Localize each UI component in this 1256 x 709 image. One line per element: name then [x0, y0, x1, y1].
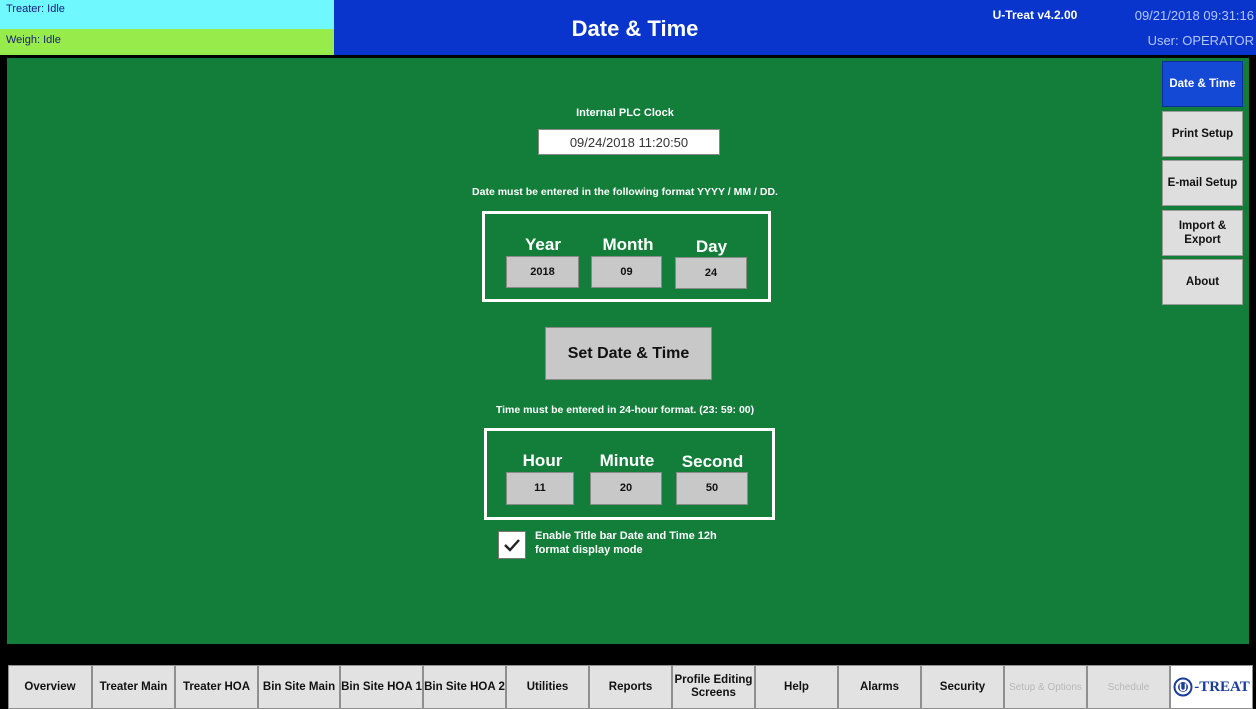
title-bar-12h-label: Enable Title bar Date and Time 12h forma… — [535, 529, 775, 557]
second-label: Second — [681, 452, 744, 471]
nav-setup-options: Setup & Options — [1004, 665, 1087, 709]
version-label: U-Treat v4.2.00 — [992, 8, 1078, 22]
side-nav-about[interactable]: About — [1162, 259, 1243, 305]
checkbox-label-line1: Enable Title bar Date and Time 12h — [535, 530, 717, 542]
month-input[interactable]: 09 — [591, 256, 662, 288]
title-bar-12h-checkbox[interactable] — [498, 531, 526, 559]
minute-input[interactable]: 20 — [590, 472, 662, 505]
hour-input[interactable]: 11 — [506, 472, 574, 505]
nav-help[interactable]: Help — [755, 665, 838, 709]
weigh-status: Weigh: Idle — [0, 29, 334, 55]
year-input[interactable]: 2018 — [506, 256, 579, 288]
nav-profile-editing-screens[interactable]: Profile Editing Screens — [672, 665, 755, 709]
checkbox-label-line2: format display mode — [535, 544, 643, 556]
nav-bin-site-hoa-2[interactable]: Bin Site HOA 2 — [423, 665, 506, 709]
side-nav-import-export[interactable]: Import & Export — [1162, 210, 1243, 256]
month-label: Month — [602, 235, 654, 254]
hour-label: Hour — [522, 451, 563, 470]
nav-alarms[interactable]: Alarms — [838, 665, 921, 709]
plc-clock-caption: Internal PLC Clock — [576, 107, 674, 119]
page-title: Date & Time — [571, 16, 699, 41]
nav-treater-main[interactable]: Treater Main — [92, 665, 175, 709]
title-bar-datetime: 09/21/2018 09:31:16 — [1134, 8, 1254, 23]
nav-bin-site-main[interactable]: Bin Site Main — [258, 665, 340, 709]
side-nav-email-setup[interactable]: E-mail Setup — [1162, 160, 1243, 206]
nav-reports[interactable]: Reports — [589, 665, 672, 709]
side-nav-date-time[interactable]: Date & Time — [1162, 61, 1243, 107]
set-date-time-button[interactable]: Set Date & Time — [545, 327, 712, 380]
nav-utilities[interactable]: Utilities — [506, 665, 589, 709]
u-treat-logo[interactable]: -TREAT — [1170, 665, 1253, 709]
nav-bin-site-hoa-1[interactable]: Bin Site HOA 1 — [340, 665, 423, 709]
second-input[interactable]: 50 — [676, 472, 748, 505]
minute-label: Minute — [599, 451, 655, 470]
u-treat-logo-icon — [1173, 677, 1193, 697]
day-input[interactable]: 24 — [675, 257, 747, 289]
plc-clock-display: 09/24/2018 11:20:50 — [538, 129, 720, 155]
current-user: User: OPERATOR — [1147, 33, 1254, 48]
year-label: Year — [525, 235, 561, 254]
nav-treater-hoa[interactable]: Treater HOA — [175, 665, 258, 709]
nav-schedule: Schedule — [1087, 665, 1170, 709]
checkmark-icon — [504, 539, 520, 552]
nav-security[interactable]: Security — [921, 665, 1004, 709]
u-treat-logo-text: -TREAT — [1194, 678, 1250, 695]
side-nav-print-setup[interactable]: Print Setup — [1162, 111, 1243, 157]
treater-status: Treater: Idle — [0, 0, 334, 29]
date-format-instructions: Date must be entered in the following fo… — [472, 186, 778, 198]
time-format-instructions: Time must be entered in 24-hour format. … — [495, 404, 755, 416]
day-label: Day — [695, 237, 728, 256]
nav-overview[interactable]: Overview — [8, 665, 92, 709]
